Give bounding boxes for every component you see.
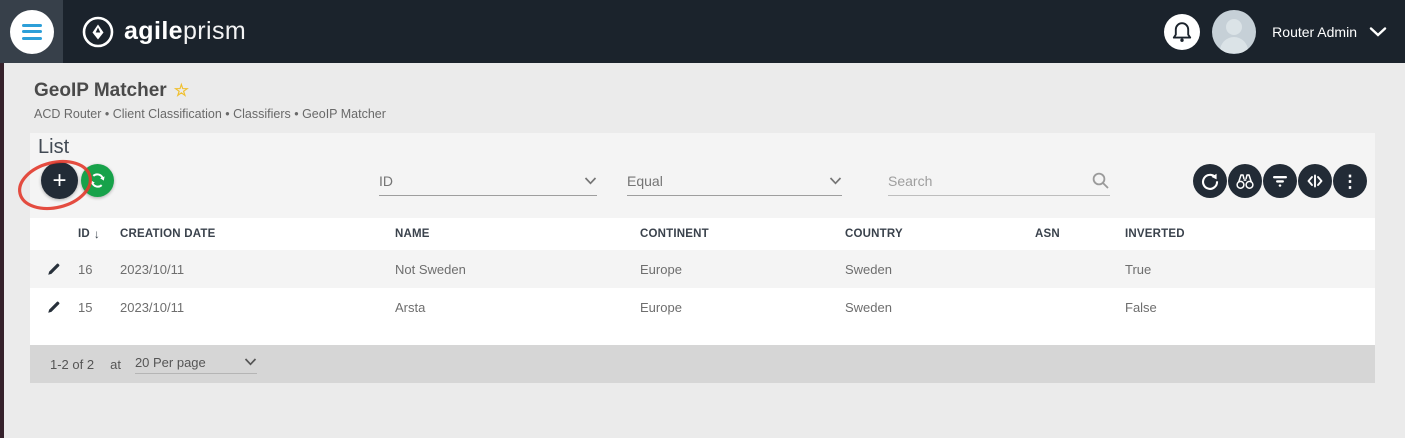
edit-row-button[interactable] xyxy=(44,298,63,317)
resize-columns-button[interactable] xyxy=(1298,164,1332,198)
cell-country: Sweden xyxy=(845,299,892,315)
chevron-down-icon xyxy=(829,176,842,185)
column-header-creation-date[interactable]: CREATION DATE xyxy=(120,228,395,240)
list-panel: List + ID Equal Search ⋮ ID ↓ CREATION D… xyxy=(30,133,1375,383)
topbar-right: Router Admin xyxy=(1164,9,1405,54)
more-options-button[interactable]: ⋮ xyxy=(1333,164,1367,198)
cell-inverted: True xyxy=(1125,261,1152,277)
column-header-name[interactable]: NAME xyxy=(395,228,640,240)
column-header-inverted[interactable]: INVERTED xyxy=(1125,228,1375,240)
pencil-icon xyxy=(48,301,60,313)
sync-icon xyxy=(90,173,105,188)
cell-country: Sweden xyxy=(845,261,892,277)
cell-id: 16 xyxy=(78,261,93,277)
binoculars-icon xyxy=(1236,174,1254,189)
user-menu-chevron-icon[interactable] xyxy=(1369,26,1387,37)
search-field xyxy=(888,166,1110,196)
cell-continent: Europe xyxy=(640,261,682,277)
favorite-star-icon[interactable]: ☆ xyxy=(174,81,189,101)
refresh-button[interactable] xyxy=(1193,164,1227,198)
notifications-button[interactable] xyxy=(1164,13,1201,50)
filter-icon xyxy=(1273,176,1287,187)
refresh-icon xyxy=(1201,173,1219,190)
table-row[interactable]: 15 2023/10/11 Arsta Europe Sweden False xyxy=(30,288,1375,326)
table-header-row: ID ↓ CREATION DATE NAME CONTINENT COUNTR… xyxy=(30,218,1375,250)
search-input[interactable] xyxy=(888,172,1091,189)
brand-logo[interactable]: agileprism xyxy=(80,14,246,50)
more-vertical-icon: ⋮ xyxy=(1341,171,1359,191)
table-actions: ⋮ xyxy=(1193,164,1367,198)
column-header-country[interactable]: COUNTRY xyxy=(845,228,1035,240)
brand-name: agileprism xyxy=(124,17,247,45)
per-page-select[interactable]: 20 Per page xyxy=(134,355,257,374)
list-toolbar: List + ID Equal Search ⋮ xyxy=(30,133,1375,218)
column-header-id[interactable]: ID ↓ xyxy=(78,227,120,241)
brand-icon xyxy=(82,16,114,47)
user-name[interactable]: Router Admin xyxy=(1272,24,1357,40)
chevron-down-icon xyxy=(244,358,256,366)
chevron-down-icon xyxy=(584,176,597,185)
cell-inverted: False xyxy=(1125,299,1157,315)
sort-desc-icon[interactable]: ↓ xyxy=(94,227,100,241)
pagination-at-label: at xyxy=(110,356,121,372)
top-navbar: agileprism Router Admin xyxy=(0,0,1405,63)
page-title: GeoIP Matcher xyxy=(34,80,167,101)
resize-columns-icon xyxy=(1307,174,1323,188)
find-button[interactable] xyxy=(1228,164,1262,198)
edit-row-button[interactable] xyxy=(44,260,63,279)
cell-name: Arsta xyxy=(395,299,426,315)
cell-id: 15 xyxy=(78,299,93,315)
page-head: GeoIP Matcher ☆ ACD Router • Client Clas… xyxy=(34,80,386,121)
bell-icon xyxy=(1173,21,1192,42)
avatar[interactable] xyxy=(1212,9,1257,54)
table: ID ↓ CREATION DATE NAME CONTINENT COUNTR… xyxy=(30,218,1375,326)
list-title: List xyxy=(38,136,70,158)
pagination-bar: 1-2 of 2 at 20 Per page xyxy=(30,345,1375,383)
plus-icon: + xyxy=(52,166,67,194)
cell-creation-date: 2023/10/11 xyxy=(120,261,185,277)
column-header-asn[interactable]: ASN xyxy=(1035,228,1125,240)
hamburger-icon xyxy=(9,9,54,54)
cell-name: Not Sweden xyxy=(395,261,466,277)
cell-creation-date: 2023/10/11 xyxy=(120,299,185,315)
filter-field-select[interactable]: ID xyxy=(379,166,597,196)
table-row[interactable]: 16 2023/10/11 Not Sweden Europe Sweden T… xyxy=(30,250,1375,288)
search-icon xyxy=(1092,172,1109,189)
pencil-icon xyxy=(48,263,60,275)
menu-button[interactable] xyxy=(0,0,63,63)
add-button[interactable]: + xyxy=(41,162,78,199)
pagination-range: 1-2 of 2 xyxy=(50,356,95,372)
page: agileprism Router Admin GeoIP Matcher ☆ xyxy=(0,0,1405,438)
cell-continent: Europe xyxy=(640,299,682,315)
sidebar-edge xyxy=(0,63,4,438)
sync-button[interactable] xyxy=(81,164,114,197)
filter-operator-select[interactable]: Equal xyxy=(627,166,842,196)
breadcrumb: ACD Router • Client Classification • Cla… xyxy=(34,107,386,121)
filter-button[interactable] xyxy=(1263,164,1297,198)
table-spacer xyxy=(30,326,1375,345)
column-header-continent[interactable]: CONTINENT xyxy=(640,228,845,240)
